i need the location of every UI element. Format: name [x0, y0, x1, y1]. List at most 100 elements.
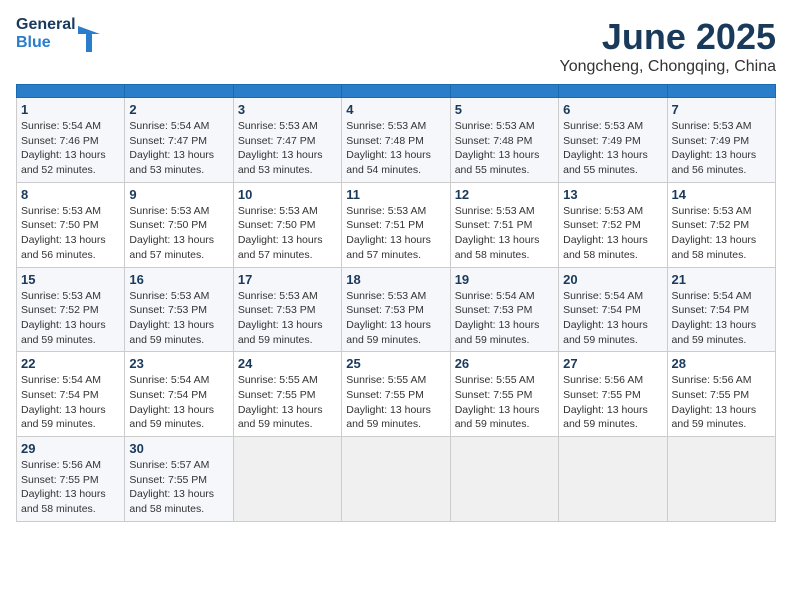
table-row: 7 Sunrise: 5:53 AMSunset: 7:49 PMDaylight…: [667, 98, 775, 183]
table-row: 20 Sunrise: 5:54 AMSunset: 7:54 PMDayligh…: [559, 267, 667, 352]
table-row: 11 Sunrise: 5:53 AMSunset: 7:51 PMDayligh…: [342, 182, 450, 267]
day-info: Sunrise: 5:54 AMSunset: 7:54 PMDaylight:…: [21, 373, 120, 432]
day-info: Sunrise: 5:53 AMSunset: 7:48 PMDaylight:…: [346, 119, 445, 178]
logo: General Blue: [16, 16, 100, 52]
day-number: 14: [672, 187, 771, 202]
col-sunday: [17, 85, 125, 98]
day-info: Sunrise: 5:54 AMSunset: 7:53 PMDaylight:…: [455, 289, 554, 348]
day-number: 4: [346, 102, 445, 117]
day-number: 25: [346, 356, 445, 371]
table-row: 17 Sunrise: 5:53 AMSunset: 7:53 PMDayligh…: [233, 267, 341, 352]
calendar-week-row: 1 Sunrise: 5:54 AMSunset: 7:46 PMDaylight…: [17, 98, 776, 183]
table-row: 4 Sunrise: 5:53 AMSunset: 7:48 PMDaylight…: [342, 98, 450, 183]
day-info: Sunrise: 5:54 AMSunset: 7:47 PMDaylight:…: [129, 119, 228, 178]
day-number: 19: [455, 272, 554, 287]
day-number: 22: [21, 356, 120, 371]
day-info: Sunrise: 5:53 AMSunset: 7:50 PMDaylight:…: [129, 204, 228, 263]
day-number: 5: [455, 102, 554, 117]
day-info: Sunrise: 5:56 AMSunset: 7:55 PMDaylight:…: [672, 373, 771, 432]
table-row: 2 Sunrise: 5:54 AMSunset: 7:47 PMDaylight…: [125, 98, 233, 183]
day-info: Sunrise: 5:53 AMSunset: 7:52 PMDaylight:…: [21, 289, 120, 348]
calendar-week-row: 8 Sunrise: 5:53 AMSunset: 7:50 PMDaylight…: [17, 182, 776, 267]
col-thursday: [450, 85, 558, 98]
day-number: 29: [21, 441, 120, 456]
day-number: 18: [346, 272, 445, 287]
table-row: 26 Sunrise: 5:55 AMSunset: 7:55 PMDayligh…: [450, 352, 558, 437]
day-number: 27: [563, 356, 662, 371]
day-info: Sunrise: 5:53 AMSunset: 7:49 PMDaylight:…: [672, 119, 771, 178]
day-info: Sunrise: 5:53 AMSunset: 7:48 PMDaylight:…: [455, 119, 554, 178]
calendar-title: June 2025: [560, 16, 776, 58]
day-info: Sunrise: 5:53 AMSunset: 7:50 PMDaylight:…: [238, 204, 337, 263]
day-info: Sunrise: 5:53 AMSunset: 7:53 PMDaylight:…: [346, 289, 445, 348]
table-row: 12 Sunrise: 5:53 AMSunset: 7:51 PMDayligh…: [450, 182, 558, 267]
day-info: Sunrise: 5:53 AMSunset: 7:53 PMDaylight:…: [129, 289, 228, 348]
day-info: Sunrise: 5:53 AMSunset: 7:49 PMDaylight:…: [563, 119, 662, 178]
calendar-week-row: 15 Sunrise: 5:53 AMSunset: 7:52 PMDayligh…: [17, 267, 776, 352]
table-row: [233, 437, 341, 522]
col-tuesday: [233, 85, 341, 98]
col-friday: [559, 85, 667, 98]
table-row: 24 Sunrise: 5:55 AMSunset: 7:55 PMDayligh…: [233, 352, 341, 437]
table-row: [559, 437, 667, 522]
table-row: 8Sunrise: 5:53 AMSunset: 7:50 PMDaylight…: [17, 182, 125, 267]
day-number: 24: [238, 356, 337, 371]
day-number: 13: [563, 187, 662, 202]
day-number: 2: [129, 102, 228, 117]
day-number: 8: [21, 187, 120, 202]
day-info: Sunrise: 5:53 AMSunset: 7:53 PMDaylight:…: [238, 289, 337, 348]
day-number: 9: [129, 187, 228, 202]
table-row: [667, 437, 775, 522]
table-row: 14Sunrise: 5:53 AMSunset: 7:52 PMDayligh…: [667, 182, 775, 267]
day-number: 17: [238, 272, 337, 287]
day-info: Sunrise: 5:54 AMSunset: 7:54 PMDaylight:…: [129, 373, 228, 432]
col-saturday: [667, 85, 775, 98]
day-info: Sunrise: 5:53 AMSunset: 7:47 PMDaylight:…: [238, 119, 337, 178]
day-number: 6: [563, 102, 662, 117]
title-area: June 2025 Yongcheng, Chongqing, China: [560, 16, 776, 76]
day-info: Sunrise: 5:57 AMSunset: 7:55 PMDaylight:…: [129, 458, 228, 517]
table-row: 23Sunrise: 5:54 AMSunset: 7:54 PMDayligh…: [125, 352, 233, 437]
table-row: 29 Sunrise: 5:56 AMSunset: 7:55 PMDayligh…: [17, 437, 125, 522]
table-row: 21Sunrise: 5:54 AMSunset: 7:54 PMDayligh…: [667, 267, 775, 352]
day-info: Sunrise: 5:54 AMSunset: 7:54 PMDaylight:…: [563, 289, 662, 348]
col-wednesday: [342, 85, 450, 98]
table-row: 16Sunrise: 5:53 AMSunset: 7:53 PMDayligh…: [125, 267, 233, 352]
day-info: Sunrise: 5:53 AMSunset: 7:51 PMDaylight:…: [346, 204, 445, 263]
table-row: 10Sunrise: 5:53 AMSunset: 7:50 PMDayligh…: [233, 182, 341, 267]
table-row: 5 Sunrise: 5:53 AMSunset: 7:48 PMDaylight…: [450, 98, 558, 183]
day-info: Sunrise: 5:54 AMSunset: 7:54 PMDaylight:…: [672, 289, 771, 348]
calendar-week-row: 22 Sunrise: 5:54 AMSunset: 7:54 PMDayligh…: [17, 352, 776, 437]
day-info: Sunrise: 5:55 AMSunset: 7:55 PMDaylight:…: [455, 373, 554, 432]
table-row: 9 Sunrise: 5:53 AMSunset: 7:50 PMDaylight…: [125, 182, 233, 267]
day-info: Sunrise: 5:55 AMSunset: 7:55 PMDaylight:…: [346, 373, 445, 432]
day-info: Sunrise: 5:56 AMSunset: 7:55 PMDaylight:…: [563, 373, 662, 432]
day-number: 7: [672, 102, 771, 117]
day-number: 30: [129, 441, 228, 456]
table-row: 30 Sunrise: 5:57 AMSunset: 7:55 PMDayligh…: [125, 437, 233, 522]
day-number: 20: [563, 272, 662, 287]
table-row: 1 Sunrise: 5:54 AMSunset: 7:46 PMDaylight…: [17, 98, 125, 183]
day-number: 26: [455, 356, 554, 371]
table-row: 27 Sunrise: 5:56 AMSunset: 7:55 PMDayligh…: [559, 352, 667, 437]
calendar-week-row: 29 Sunrise: 5:56 AMSunset: 7:55 PMDayligh…: [17, 437, 776, 522]
day-info: Sunrise: 5:55 AMSunset: 7:55 PMDaylight:…: [238, 373, 337, 432]
day-info: Sunrise: 5:53 AMSunset: 7:51 PMDaylight:…: [455, 204, 554, 263]
table-row: 6 Sunrise: 5:53 AMSunset: 7:49 PMDaylight…: [559, 98, 667, 183]
day-info: Sunrise: 5:54 AMSunset: 7:46 PMDaylight:…: [21, 119, 120, 178]
day-number: 28: [672, 356, 771, 371]
table-row: [342, 437, 450, 522]
table-row: [450, 437, 558, 522]
day-info: Sunrise: 5:56 AMSunset: 7:55 PMDaylight:…: [21, 458, 120, 517]
table-row: 28 Sunrise: 5:56 AMSunset: 7:55 PMDayligh…: [667, 352, 775, 437]
table-row: 3Sunrise: 5:53 AMSunset: 7:47 PMDaylight…: [233, 98, 341, 183]
day-number: 12: [455, 187, 554, 202]
day-number: 15: [21, 272, 120, 287]
day-number: 1: [21, 102, 120, 117]
table-row: 15 Sunrise: 5:53 AMSunset: 7:52 PMDayligh…: [17, 267, 125, 352]
table-row: 22 Sunrise: 5:54 AMSunset: 7:54 PMDayligh…: [17, 352, 125, 437]
col-monday: [125, 85, 233, 98]
table-row: 19 Sunrise: 5:54 AMSunset: 7:53 PMDayligh…: [450, 267, 558, 352]
table-row: 25 Sunrise: 5:55 AMSunset: 7:55 PMDayligh…: [342, 352, 450, 437]
day-number: 11: [346, 187, 445, 202]
